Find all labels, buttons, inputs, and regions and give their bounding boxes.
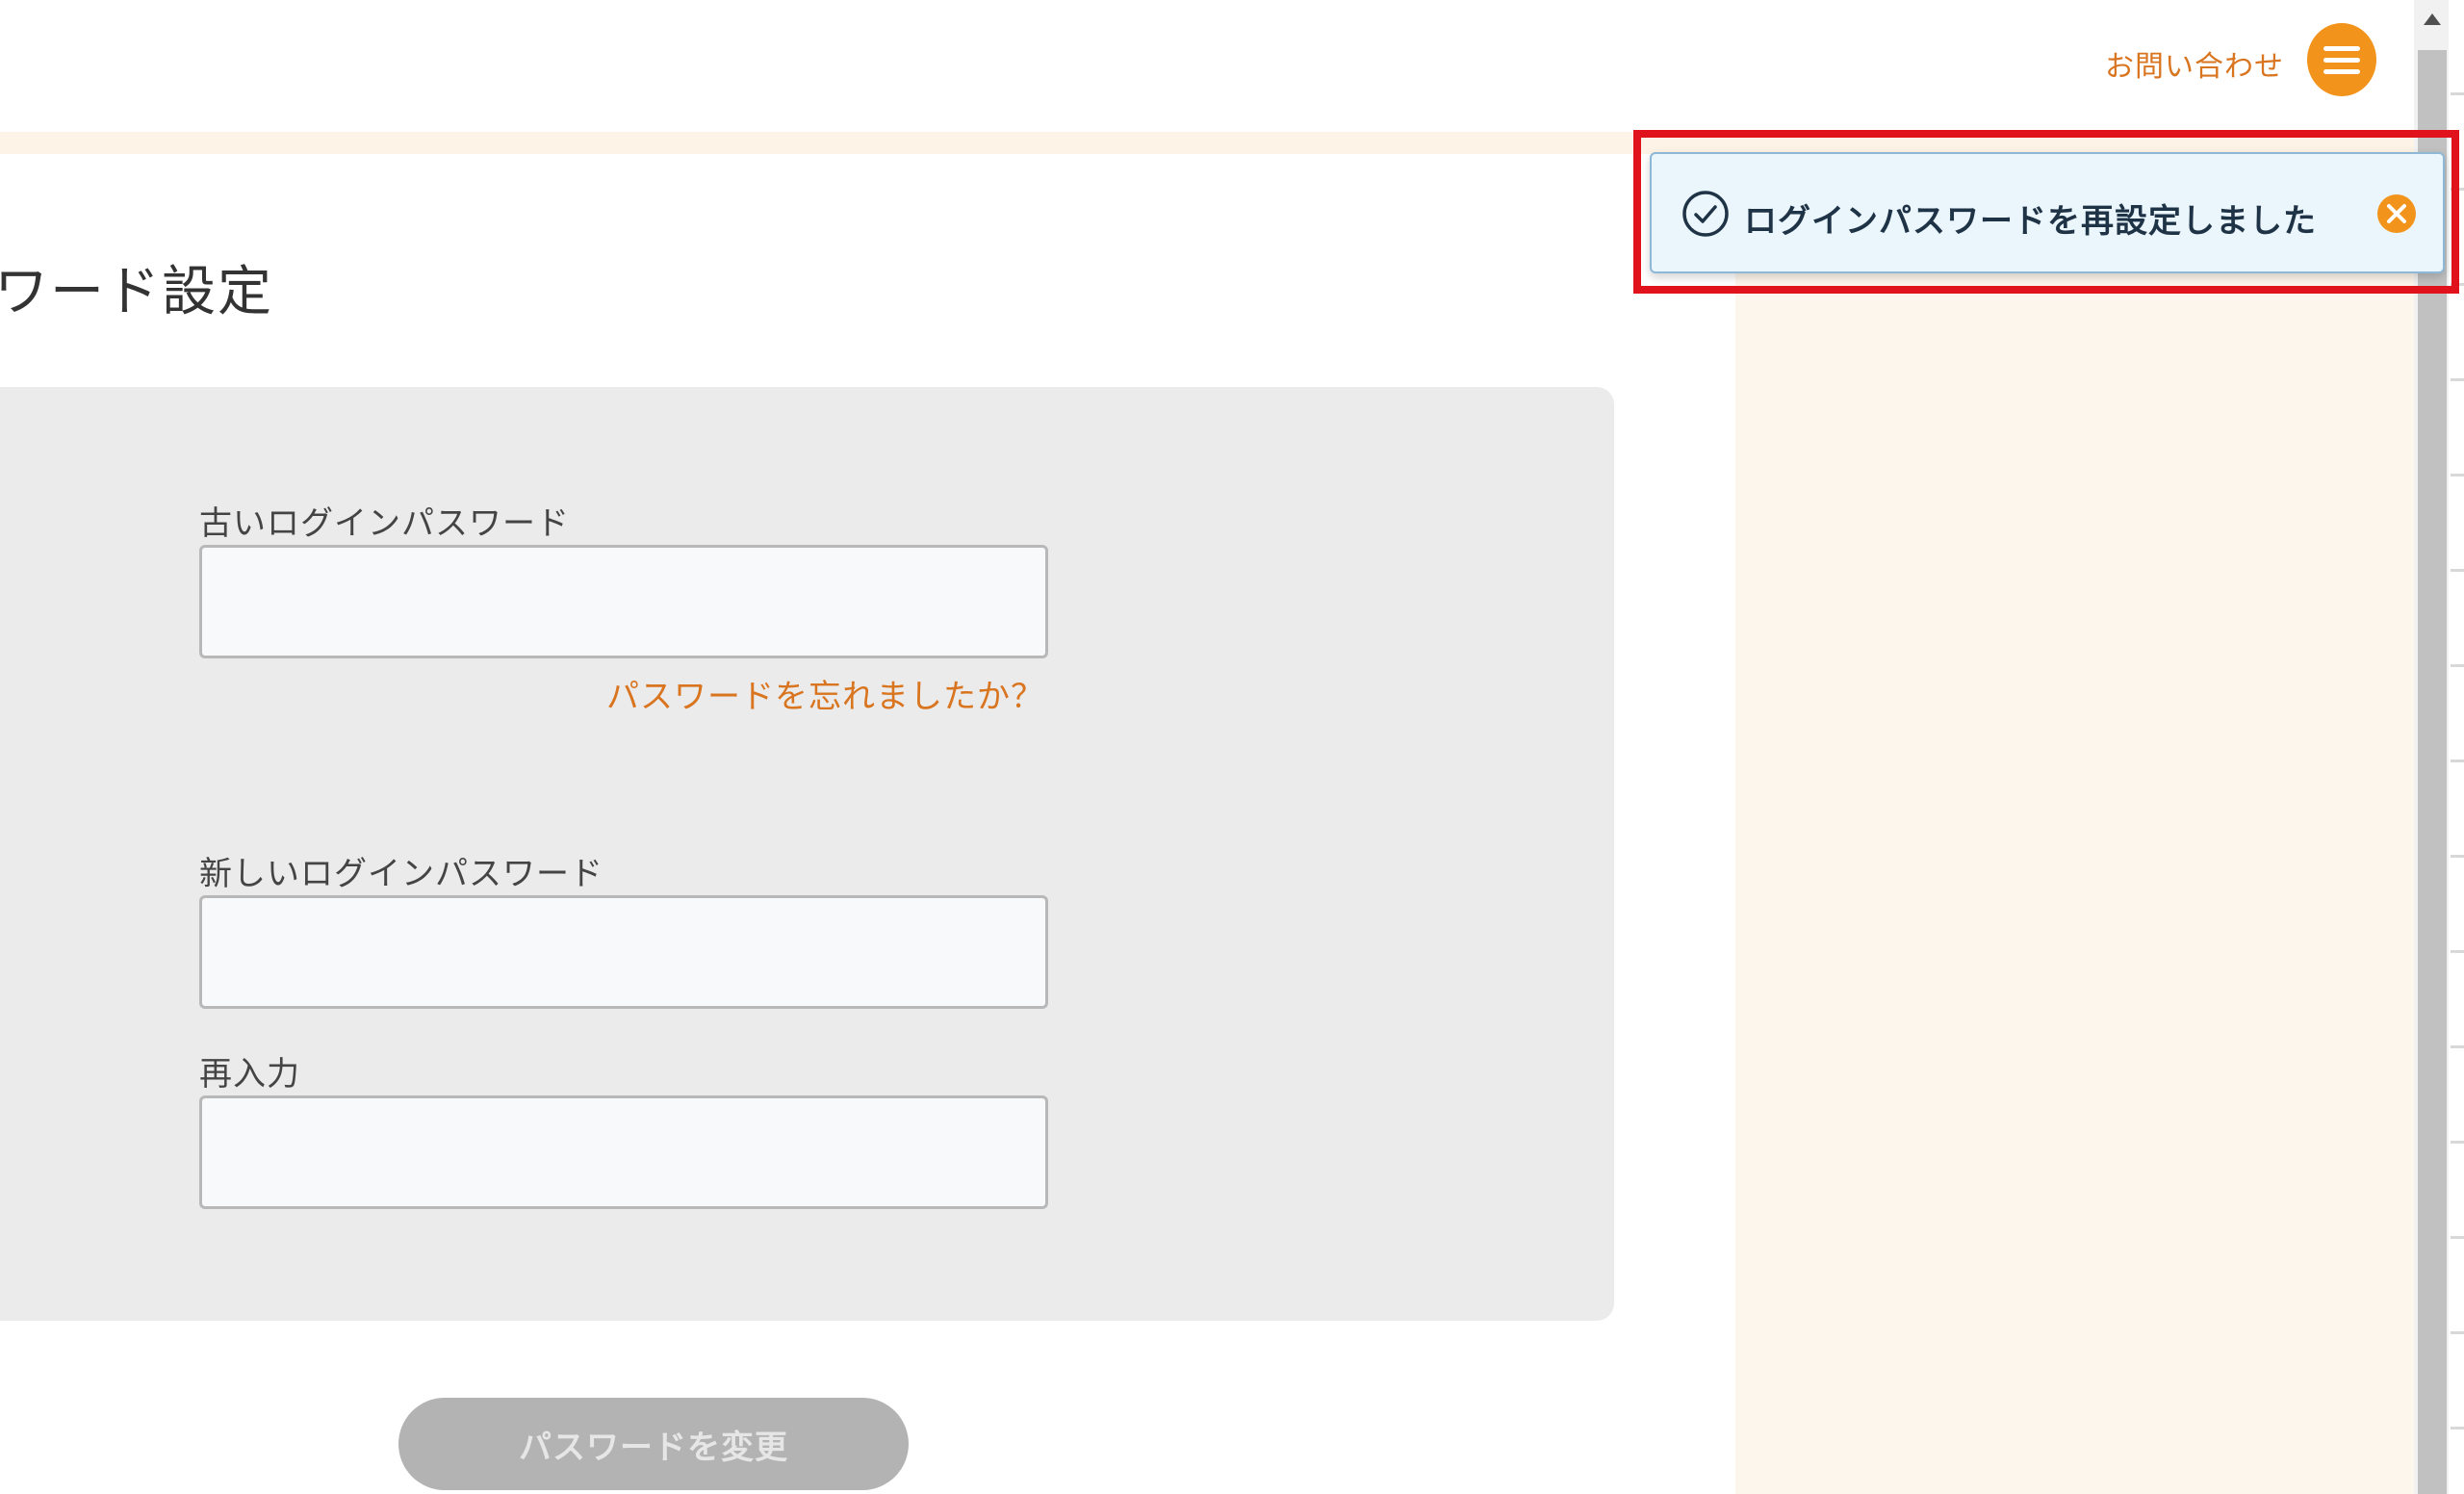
forgot-password-link[interactable]: パスワードを忘れましたか？ <box>606 670 1044 717</box>
page-title: ワード設定 <box>0 261 273 323</box>
check-circle-icon <box>1681 189 1731 239</box>
old-password-label: 古いログインパスワード <box>199 504 570 543</box>
scroll-up-arrow-icon[interactable] <box>2424 13 2441 25</box>
old-password-input[interactable] <box>199 545 1048 658</box>
password-form-card: 古いログインパスワード パスワードを忘れましたか？ 新しいログインパスワード 再… <box>0 387 1614 1321</box>
page-root: お問い合わせ ワード設定 古いログインパスワード パスワードを忘れましたか？ 新… <box>0 0 2464 1494</box>
confirm-password-input[interactable] <box>199 1095 1048 1209</box>
close-circle-icon[interactable] <box>2375 193 2418 235</box>
confirm-password-label: 再入力 <box>199 1055 300 1094</box>
change-password-button[interactable]: パスワードを変更 <box>398 1398 909 1490</box>
success-toast: ログインパスワードを再設定しました <box>1650 152 2445 273</box>
menu-button[interactable] <box>2307 23 2376 96</box>
toast-message: ログインパスワードを再設定しました <box>1744 202 2317 241</box>
header: お問い合わせ <box>0 0 2414 132</box>
side-panel <box>1735 154 2414 1494</box>
contact-link[interactable]: お問い合わせ <box>2105 42 2284 85</box>
new-password-input[interactable] <box>199 895 1048 1009</box>
new-password-label: 新しいログインパスワード <box>199 855 603 893</box>
